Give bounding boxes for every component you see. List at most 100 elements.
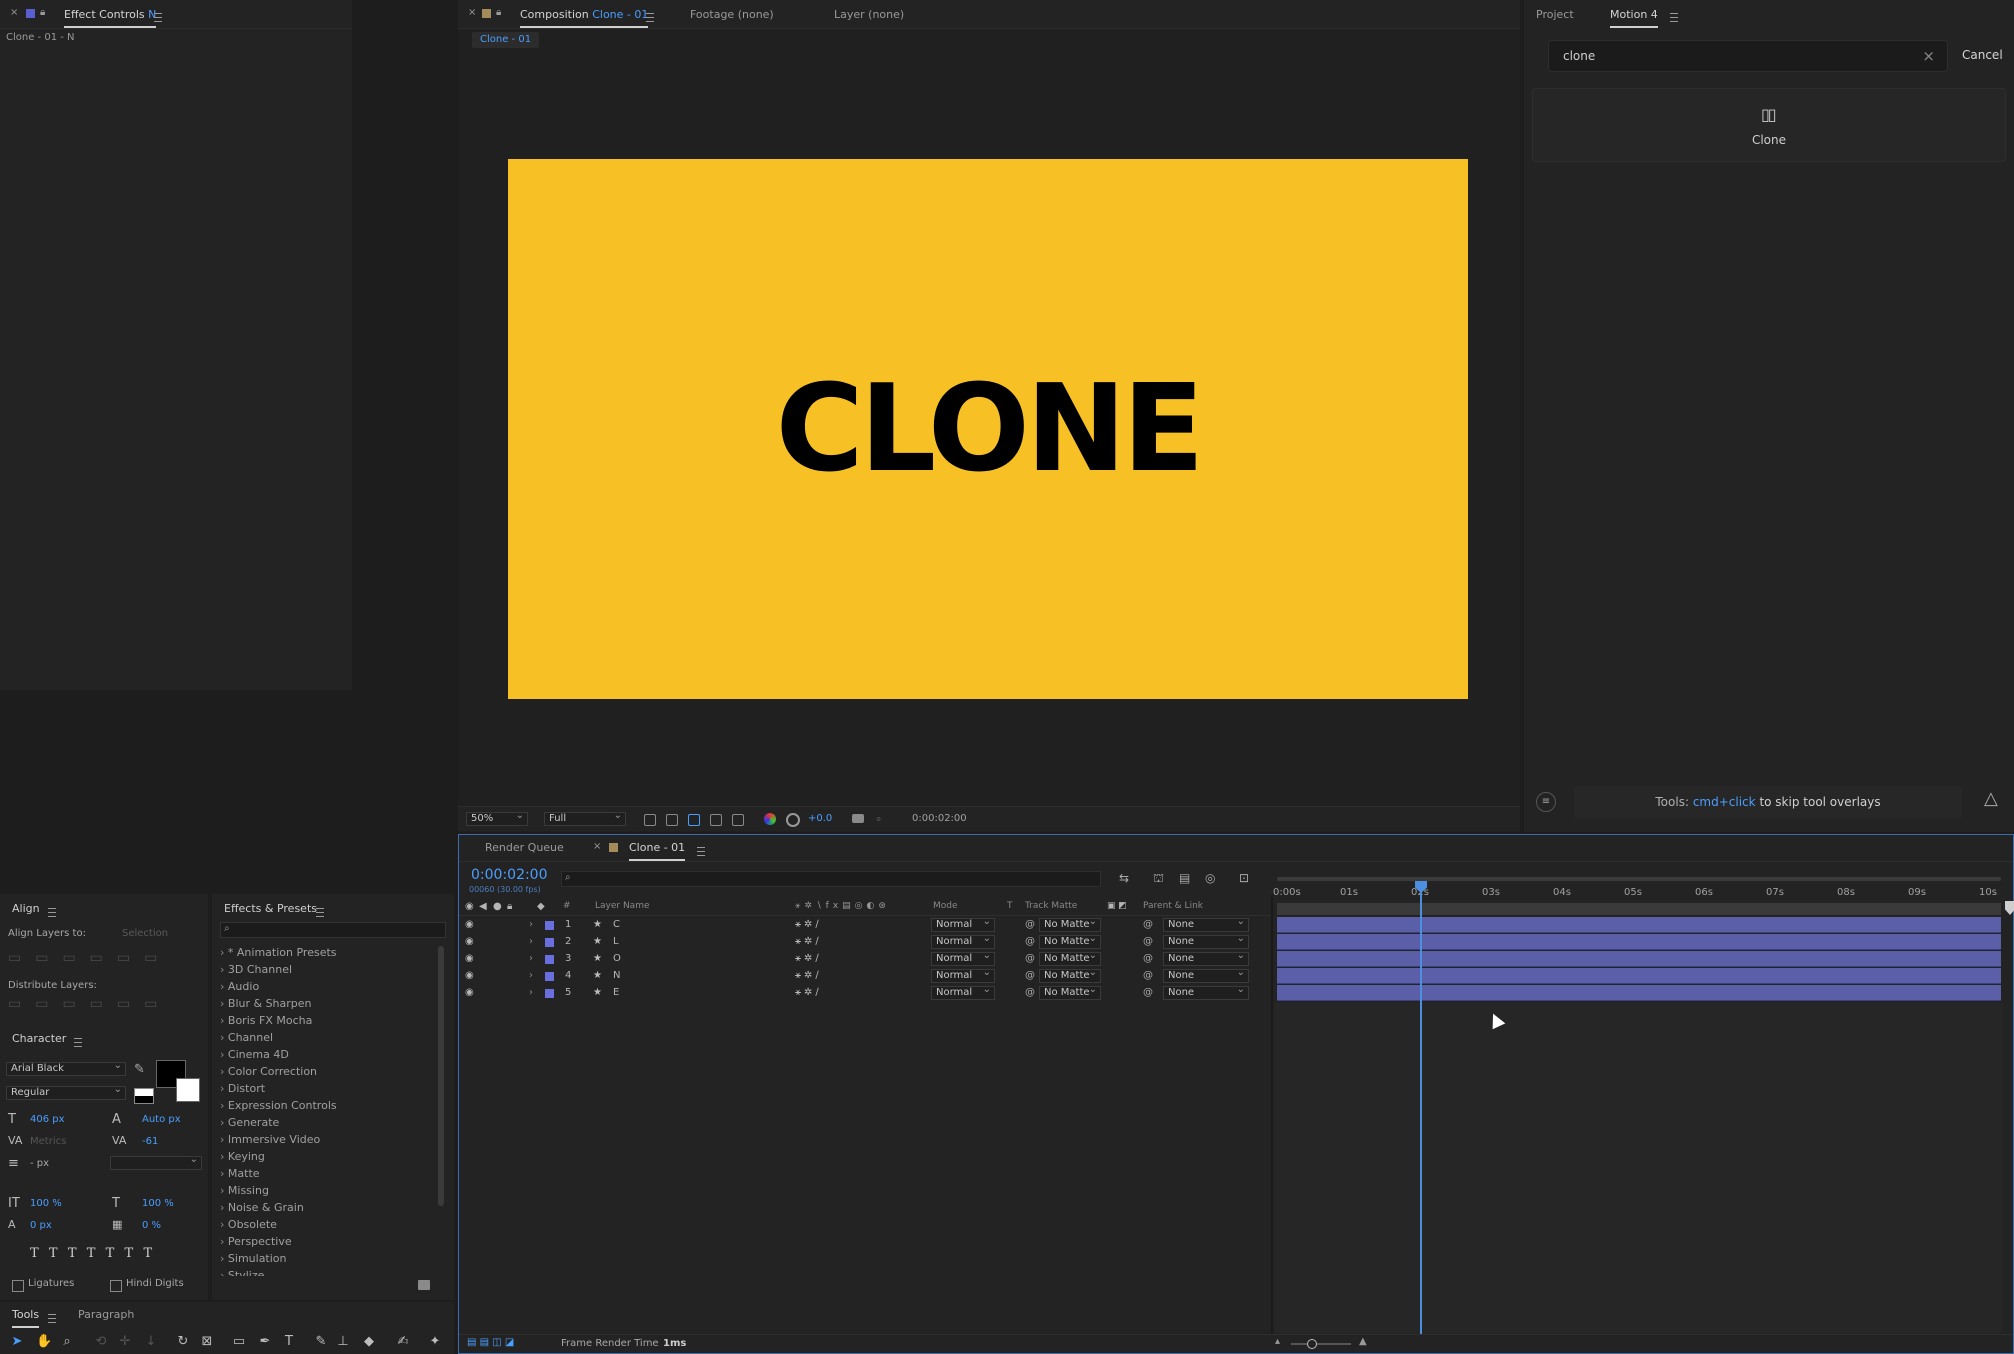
composition-canvas[interactable]: CLONE (508, 159, 1468, 699)
layer-switches[interactable]: ⚹✲∕ (795, 919, 822, 930)
parent-dropdown[interactable]: None (1163, 967, 1249, 983)
frame-blending-icon[interactable]: ▤ (1179, 871, 1190, 885)
horizontal-scale-value[interactable]: 100 % (142, 1198, 174, 1209)
viewer-timecode[interactable]: 0:00:02:00 (912, 813, 967, 824)
color-management-icon[interactable] (786, 813, 800, 827)
composition-breadcrumb[interactable]: Clone - 01 (472, 32, 540, 48)
effects-category-item[interactable]: › Stylize (220, 1269, 264, 1276)
playhead[interactable] (1420, 883, 1422, 1335)
motion-warning-icon[interactable]: △ (1984, 788, 1998, 809)
comp-flowchart-icon[interactable]: ⇆ (1119, 871, 1129, 885)
effects-scrollbar[interactable] (438, 946, 444, 1206)
panel-menu-icon[interactable] (1670, 12, 1678, 22)
type-tool-icon[interactable]: T (282, 1335, 296, 1349)
visibility-eye-icon[interactable]: ◉ (465, 919, 474, 930)
zoom-slider-knob[interactable] (1307, 1339, 1317, 1349)
cancel-button[interactable]: Cancel (1962, 48, 2003, 62)
parent-dropdown[interactable]: None (1163, 933, 1249, 949)
clone-stamp-tool-icon[interactable]: ⊥ (336, 1335, 350, 1349)
region-icon[interactable] (644, 813, 664, 826)
timeline-search-input[interactable]: ⌕ (561, 871, 1101, 887)
layer-label-color[interactable] (545, 989, 554, 998)
layer-duration-bar[interactable] (1277, 951, 2001, 967)
hand-tool-icon[interactable]: ✋ (36, 1335, 52, 1349)
effects-category-item[interactable]: › 3D Channel (220, 963, 292, 976)
layer-label-color[interactable] (545, 921, 554, 930)
effects-category-item[interactable]: › Keying (220, 1150, 265, 1163)
blend-mode-dropdown[interactable]: Normal (931, 933, 995, 949)
effects-category-item[interactable]: › Audio (220, 980, 259, 993)
expand-chevron-icon[interactable]: › (529, 919, 533, 930)
lock-icon[interactable]: 🔒︎ (40, 7, 45, 18)
layer-name[interactable]: E (613, 987, 619, 998)
track-matte-dropdown[interactable]: No Matte (1039, 933, 1101, 949)
orbit-tool-icon[interactable]: ⟲ (94, 1335, 108, 1349)
zoom-out-icon[interactable]: ▴ (1275, 1336, 1280, 1347)
tracking-value[interactable]: -61 (142, 1136, 158, 1147)
expand-chevron-icon[interactable]: › (529, 936, 533, 947)
track-matte-pickwhip-icon[interactable]: @ (1025, 936, 1035, 947)
track-matte-dropdown[interactable]: No Matte (1039, 967, 1101, 983)
canvas-text[interactable]: CLONE (776, 360, 1205, 499)
font-style-dropdown[interactable]: Regular (6, 1084, 126, 1100)
layer-label-color[interactable] (545, 938, 554, 947)
anchor-tool-icon[interactable]: ⊠ (200, 1335, 214, 1349)
effects-category-item[interactable]: › Boris FX Mocha (220, 1014, 312, 1027)
panel-menu-icon[interactable] (154, 12, 162, 22)
timeline-timecode[interactable]: 0:00:02:00 (471, 867, 548, 883)
tab-timeline-comp[interactable]: Clone - 01 (629, 841, 686, 861)
effects-category-item[interactable]: › Expression Controls (220, 1099, 337, 1112)
tsume-value[interactable]: 0 % (142, 1220, 161, 1231)
layer-duration-bar[interactable] (1277, 934, 2001, 950)
effects-category-item[interactable]: › Missing (220, 1184, 269, 1197)
stroke-width-value[interactable]: - px (30, 1158, 49, 1169)
graph-editor-icon[interactable]: ⊡ (1239, 871, 1249, 885)
motion-settings-icon[interactable]: ≡ (1536, 792, 1556, 812)
layer-row[interactable]: ◉ › 4 ★ N ⚹✲∕ Normal @ No Matte @ None (459, 967, 1273, 985)
lock-icon[interactable]: 🔒︎ (496, 7, 501, 18)
font-size-value[interactable]: 406 px (30, 1114, 65, 1125)
layer-switches[interactable]: ⚹✲∕ (795, 936, 822, 947)
tab-render-queue[interactable]: Render Queue (485, 841, 564, 854)
guides-icon[interactable] (710, 813, 730, 826)
parent-pickwhip-icon[interactable]: @ (1143, 936, 1153, 947)
eraser-tool-icon[interactable]: ◆ (362, 1335, 376, 1349)
layer-name[interactable]: O (613, 953, 621, 964)
layer-row[interactable]: ◉ › 3 ★ O ⚹✲∕ Normal @ No Matte @ None (459, 950, 1273, 968)
parent-pickwhip-icon[interactable]: @ (1143, 970, 1153, 981)
work-area-bar[interactable] (1277, 877, 2001, 881)
baseline-shift-value[interactable]: 0 px (30, 1220, 52, 1231)
roto-brush-tool-icon[interactable]: ✍ (396, 1335, 410, 1349)
col-layer-name[interactable]: Layer Name (595, 901, 650, 911)
parent-pickwhip-icon[interactable]: @ (1143, 953, 1153, 964)
tab-layer[interactable]: Layer (none) (834, 8, 904, 21)
effects-category-item[interactable]: › Noise & Grain (220, 1201, 304, 1214)
visibility-eye-icon[interactable]: ◉ (465, 953, 474, 964)
grid-icon[interactable] (732, 813, 752, 826)
layer-switches[interactable]: ⚹✲∕ (795, 987, 822, 998)
hindi-digits-checkbox[interactable] (110, 1280, 122, 1292)
clear-search-icon[interactable]: × (1922, 47, 1935, 65)
effects-category-item[interactable]: › Obsolete (220, 1218, 277, 1231)
track-matte-pickwhip-icon[interactable]: @ (1025, 953, 1035, 964)
close-icon[interactable]: × (593, 841, 601, 852)
track-matte-dropdown[interactable]: No Matte (1039, 916, 1101, 932)
panel-menu-icon[interactable] (48, 907, 56, 917)
vertical-scale-value[interactable]: 100 % (30, 1198, 62, 1209)
parent-dropdown[interactable]: None (1163, 984, 1249, 1000)
tab-effect-controls[interactable]: Effect Controls N (64, 8, 157, 28)
blend-mode-dropdown[interactable]: Normal (931, 984, 995, 1000)
brush-tool-icon[interactable]: ✎ (314, 1335, 328, 1349)
puppet-tool-icon[interactable]: ✦ (428, 1335, 442, 1349)
channel-icon[interactable] (764, 813, 776, 825)
new-bin-icon[interactable] (418, 1280, 430, 1290)
layer-label-color[interactable] (545, 955, 554, 964)
visibility-eye-icon[interactable]: ◉ (465, 987, 474, 998)
layer-row[interactable]: ◉ › 2 ★ L ⚹✲∕ Normal @ No Matte @ None (459, 933, 1273, 951)
comp-duration-bar[interactable] (1277, 903, 2001, 915)
leading-value[interactable]: Auto px (142, 1114, 181, 1125)
blend-mode-dropdown[interactable]: Normal (931, 950, 995, 966)
eyedropper-icon[interactable]: ✎ (134, 1062, 145, 1077)
motion-blur-icon[interactable]: ◎ (1205, 871, 1215, 885)
track-matte-pickwhip-icon[interactable]: @ (1025, 970, 1035, 981)
